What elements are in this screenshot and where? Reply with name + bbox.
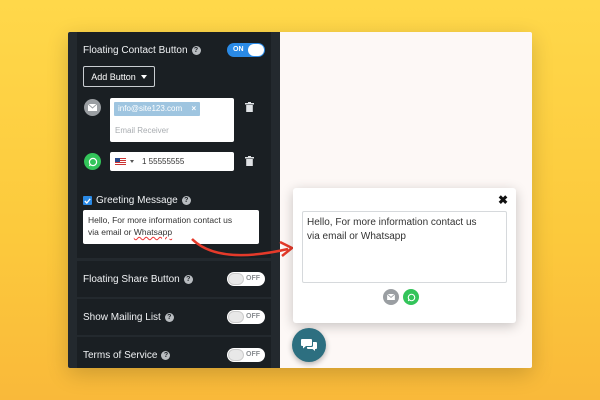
- chevron-down-icon: [140, 74, 147, 79]
- floating-contact-toggle[interactable]: ON: [227, 43, 265, 57]
- help-icon[interactable]: ?: [183, 274, 193, 284]
- trash-icon[interactable]: [245, 102, 254, 112]
- terms-toggle[interactable]: OFF: [227, 348, 265, 362]
- floating-share-toggle[interactable]: OFF: [227, 272, 265, 286]
- floating-contact-label: Floating Contact Button ?: [83, 45, 201, 56]
- mailing-list-row: Show Mailing List ? OFF: [77, 299, 271, 335]
- greeting-preview-popup: ✖ Hello, For more information contact us…: [293, 188, 516, 323]
- country-caret-icon[interactable]: [130, 160, 134, 163]
- terms-of-service-row: Terms of Service ? OFF: [77, 337, 271, 368]
- terms-label: Terms of Service: [83, 349, 158, 361]
- email-chip: info@site123.com ×: [114, 102, 201, 116]
- whatsapp-icon[interactable]: [403, 289, 419, 305]
- help-icon[interactable]: ?: [181, 196, 191, 205]
- preview-message: Hello, For more information contact us v…: [302, 211, 507, 283]
- help-icon[interactable]: ?: [164, 312, 174, 322]
- mail-icon[interactable]: [383, 289, 399, 305]
- page-background: Floating Contact Button ? ON Add Button: [0, 0, 600, 400]
- mail-icon: [84, 99, 101, 116]
- greeting-checkbox[interactable]: [83, 196, 92, 205]
- whatsapp-icon: [84, 153, 101, 170]
- trash-icon[interactable]: [245, 156, 254, 166]
- floating-contact-row: Floating Contact Button ? ON: [77, 32, 271, 68]
- greeting-message-row: Greeting Message ?: [83, 195, 191, 206]
- add-button-dropdown[interactable]: Add Button: [83, 66, 155, 87]
- remove-email-icon[interactable]: ×: [191, 102, 196, 116]
- email-placeholder: Email Receiver: [115, 126, 169, 135]
- floating-share-label: Floating Share Button: [83, 273, 180, 285]
- us-flag-icon[interactable]: [115, 158, 126, 165]
- email-receiver-field[interactable]: info@site123.com × Email Receiver: [110, 98, 234, 142]
- preview-contact-icons: [383, 289, 419, 305]
- editor-canvas: Floating Contact Button ? ON Add Button: [68, 32, 532, 368]
- help-icon[interactable]: ?: [191, 45, 201, 55]
- settings-panel: Floating Contact Button ? ON Add Button: [68, 32, 280, 368]
- mailing-list-label: Show Mailing List: [83, 311, 161, 323]
- close-icon[interactable]: ✖: [498, 193, 508, 207]
- chat-floating-button[interactable]: [292, 328, 326, 362]
- chat-icon: [301, 339, 317, 351]
- help-icon[interactable]: ?: [161, 350, 171, 360]
- arrow-icon: [191, 238, 295, 257]
- floating-contact-section: Floating Contact Button ? ON Add Button: [77, 32, 271, 258]
- phone-field[interactable]: 1 55555555: [110, 152, 234, 171]
- mailing-list-toggle[interactable]: OFF: [227, 310, 265, 324]
